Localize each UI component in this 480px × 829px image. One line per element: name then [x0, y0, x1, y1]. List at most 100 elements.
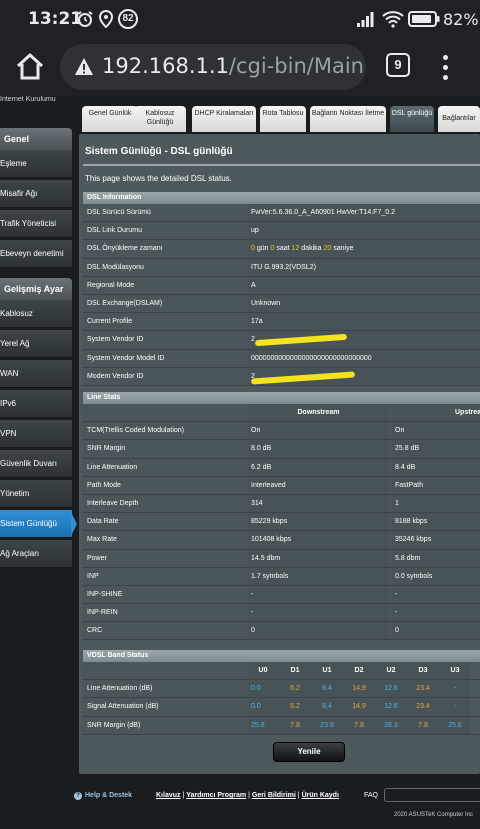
row-label: Line Attenuation: [83, 458, 246, 476]
table-row: Current Profile 17a: [83, 313, 480, 332]
table-row: INP-REIN - -: [83, 604, 480, 623]
row-label: Path Mode: [83, 476, 246, 494]
row-label: Modem Vendor ID: [83, 367, 246, 385]
table-row: DSL Exchange(DSLAM) Unknown: [83, 294, 480, 314]
band-value: 25.6: [439, 716, 471, 734]
row-label: CRC: [83, 622, 246, 640]
nav-item-wireless[interactable]: Kablosuz: [0, 300, 72, 328]
band-value: 0.0: [247, 698, 279, 716]
nav-item-system-log[interactable]: Sistem Günlüğü: [0, 510, 72, 538]
router-page: Internet Kurulumu Genel Eşleme Misafir A…: [0, 96, 480, 829]
band-value: 14.9: [343, 698, 375, 716]
nav-item-wan[interactable]: WAN: [0, 360, 72, 388]
help-icon: ?: [74, 792, 82, 800]
status-bar: 13:21 82 82%: [0, 0, 480, 38]
url-path: /cgi-bin/Main_Ac: [228, 54, 366, 78]
nav-item-ipv6[interactable]: IPv6: [0, 390, 72, 418]
nav-internet-setup[interactable]: Internet Kurulumu: [0, 96, 72, 110]
downstream-value: 314: [247, 494, 390, 513]
nav-item-parental-control[interactable]: Ebeveyn denetimi: [0, 240, 72, 268]
upstream-value: FastPath: [391, 476, 480, 494]
tab-switcher-button[interactable]: 9: [386, 53, 410, 77]
table-row: SNR Margin (dB) 25.8 7.8 23.9 7.8 26.3 7…: [83, 716, 480, 735]
link-product-registration[interactable]: Ürün Kaydı: [302, 792, 339, 799]
uptime-days-unit: gün: [256, 245, 269, 253]
upstream-value: 5.8 dbm: [391, 549, 480, 567]
location-icon: [98, 10, 114, 28]
band-d3: D3: [407, 662, 439, 680]
downstream-value: 14.5 dbm: [247, 549, 390, 567]
refresh-button[interactable]: Yenile: [273, 742, 345, 762]
nav-item-administration[interactable]: Yönetim: [0, 480, 72, 508]
link-utility[interactable]: Yardımcı Program: [186, 792, 246, 799]
nav-section-general: Genel: [0, 128, 72, 150]
line-stats-header: Line Stats: [83, 392, 480, 404]
table-row: Line Attenuation 6.2 dB 8.4 dB: [83, 458, 480, 477]
row-label: [83, 662, 246, 680]
row-label: DSL Sürücü Sürümü: [83, 204, 246, 222]
tab-connections[interactable]: Bağlantılar: [438, 106, 480, 132]
row-label: Data Rate: [83, 513, 246, 531]
row-label: System Vendor Model ID: [83, 349, 246, 367]
tab-port-forwarding[interactable]: Bağlantı Noktası İletme: [310, 106, 386, 132]
band-d1: D1: [279, 662, 311, 680]
uptime-minutes: 12: [291, 245, 300, 253]
overflow-menu-icon[interactable]: [438, 53, 452, 81]
table-row: CRC 0 0: [83, 622, 480, 641]
home-icon[interactable]: [14, 51, 46, 83]
tab-general-log[interactable]: Genel Günlük: [82, 106, 138, 132]
upstream-value: -: [391, 604, 480, 622]
upstream-value: 1: [391, 494, 480, 513]
table-row: System Vendor Model ID 000000000000000000…: [83, 349, 480, 368]
nav-active-arrow: [71, 512, 77, 536]
row-label: INP: [83, 567, 246, 585]
link-manual[interactable]: Kılavuz: [156, 792, 181, 799]
address-bar[interactable]: 192.168.1.1/cgi-bin/Main_Ac: [60, 44, 366, 90]
row-label: SNR Margin: [83, 440, 246, 458]
upstream-value: 8188 kbps: [391, 513, 480, 531]
nav-item-traffic-manager[interactable]: Trafik Yöneticisi: [0, 210, 72, 238]
row-label: Current Profile: [83, 313, 246, 331]
uptime-days: 0: [251, 245, 255, 253]
band-value: 7.8: [407, 716, 439, 734]
row-label: Regional Mode: [83, 276, 246, 294]
table-row: Power 14.5 dbm 5.8 dbm: [83, 549, 480, 568]
nav-item-lan[interactable]: Yerel Ağ: [0, 330, 72, 358]
clock: 13:21: [28, 9, 83, 29]
tab-dsl-log[interactable]: DSL günlüğü: [390, 106, 434, 132]
faq-search-input[interactable]: [384, 788, 480, 802]
upstream-value: 25.8 dB: [391, 440, 480, 458]
tab-routing-table[interactable]: Rota Tablosu: [260, 106, 306, 132]
table-row: DSL Önyükleme zamanı 0 gün 0 saat 12 daki…: [83, 240, 480, 259]
table-row: TCM(Trellis Coded Modulation) On On: [83, 422, 480, 441]
upstream-value: 0.0 symbols: [391, 567, 480, 585]
row-label: DSL Modülasyonu: [83, 258, 246, 276]
tab-wireless-log[interactable]: Kablosuz Günlüğü: [134, 106, 186, 132]
row-label: SNR Margin (dB): [83, 716, 246, 734]
band-value: 0.0: [247, 680, 279, 698]
nav-item-aimesh[interactable]: Eşleme: [0, 150, 72, 178]
table-row: System Vendor ID 2: [83, 331, 480, 350]
table-row: Line Attenuation (dB) 0.0 6.2 8.4 14.9 1…: [83, 680, 480, 699]
link-feedback[interactable]: Geri Bildirimi: [252, 792, 296, 799]
nav-item-guest-network[interactable]: Misafir Ağı: [0, 180, 72, 208]
column-upstream: Upstream: [391, 404, 480, 422]
uptime-minutes-unit: dakika: [301, 245, 322, 253]
row-label: DSL Önyükleme zamanı: [83, 240, 246, 258]
row-label: Power: [83, 549, 246, 567]
downstream-value: -: [247, 585, 390, 604]
row-label: DSL Exchange(DSLAM): [83, 294, 246, 313]
upstream-value: On: [391, 422, 480, 440]
nav-item-firewall[interactable]: Güvenlik Duvarı: [0, 450, 72, 478]
row-value: up: [247, 222, 480, 240]
upstream-value: 8.4 dB: [391, 458, 480, 476]
warning-icon[interactable]: [74, 57, 94, 77]
tab-dhcp-leases[interactable]: DHCP Kiralamaları: [192, 106, 256, 132]
table-row: Path Mode Interleaved FastPath: [83, 476, 480, 495]
nav-item-vpn[interactable]: VPN: [0, 420, 72, 448]
upstream-value: -: [391, 585, 480, 604]
band-value: 8.4: [311, 698, 343, 716]
row-label: Line Attenuation (dB): [83, 680, 246, 698]
nav-item-network-tools[interactable]: Ağ Araçları: [0, 540, 72, 568]
help-support[interactable]: ? Help & Destek: [74, 792, 132, 800]
